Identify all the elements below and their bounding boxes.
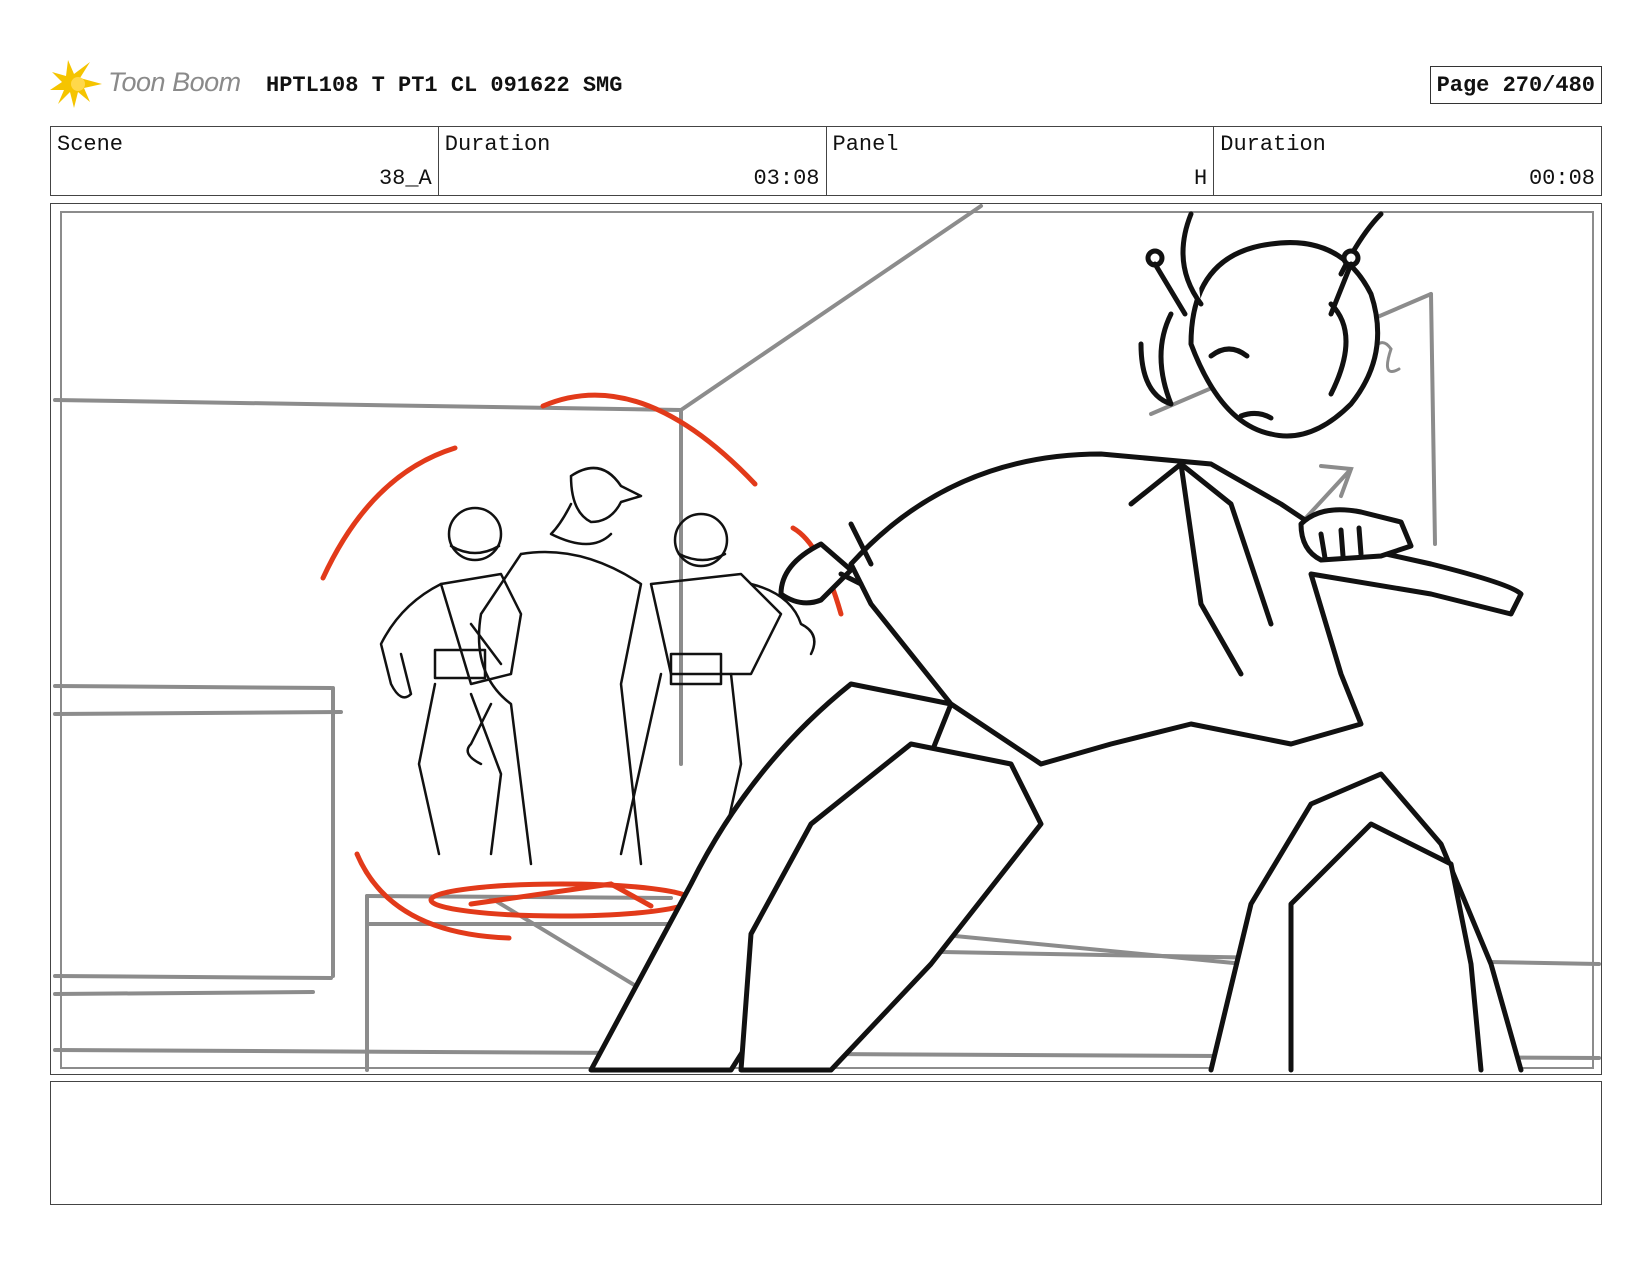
scene-duration-label: Duration — [444, 132, 551, 157]
panel-duration-value: 00:08 — [1528, 166, 1595, 191]
storyboard-panel — [50, 203, 1602, 1075]
storyboard-header: Toon Boom HPTL108 T PT1 CL 091622 SMG Pa… — [50, 58, 1602, 110]
panel-value: H — [1194, 166, 1208, 191]
panel-duration-label: Duration — [1220, 132, 1326, 157]
starburst-icon — [50, 60, 102, 108]
scene-info-table: Scene 38_A Duration 03:08 Panel H Durati… — [50, 126, 1602, 196]
scene-value: 38_A — [378, 166, 432, 191]
caption-area — [50, 1081, 1602, 1205]
scene-cell: Scene 38_A — [51, 127, 439, 195]
toon-boom-logo: Toon Boom — [50, 58, 250, 110]
panel-sketch — [53, 204, 1601, 1073]
scene-label: Scene — [57, 132, 124, 157]
panel-label: Panel — [832, 132, 899, 157]
page-indicator: Page 270/480 — [1429, 66, 1602, 104]
document-title: HPTL108 T PT1 CL 091622 SMG — [266, 73, 623, 98]
scene-duration-cell: Duration 03:08 — [439, 127, 827, 195]
scene-duration-value: 03:08 — [753, 166, 820, 191]
panel-cell: Panel H — [827, 127, 1215, 195]
logo-text: Toon Boom — [108, 67, 241, 97]
panel-duration-cell: Duration 00:08 — [1214, 127, 1601, 195]
